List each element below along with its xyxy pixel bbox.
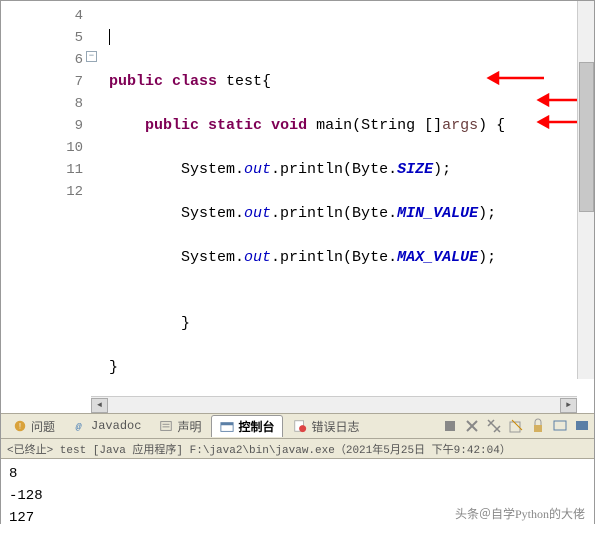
tab-error-log[interactable]: 错误日志 (285, 416, 367, 437)
line-number: 5 (1, 27, 83, 49)
console-launch-header: <已终止> test [Java 应用程序] F:\java2\bin\java… (1, 439, 594, 459)
terminate-icon[interactable] (442, 418, 458, 434)
code-text-area[interactable]: public class test{ public static void ma… (91, 1, 594, 396)
tab-javadoc[interactable]: @ Javadoc (65, 417, 149, 435)
output-line: -128 (9, 485, 586, 507)
tab-console[interactable]: 控制台 (211, 415, 283, 437)
problems-icon: ! (13, 419, 27, 433)
output-line: 8 (9, 463, 586, 485)
remove-all-icon[interactable] (486, 418, 502, 434)
clear-console-icon[interactable] (508, 418, 524, 434)
tab-problems[interactable]: ! 问题 (5, 416, 63, 437)
svg-text:!: ! (18, 423, 23, 432)
line-number: 4 (1, 5, 83, 27)
tab-declaration[interactable]: 声明 (151, 416, 209, 437)
views-tab-bar: ! 问题 @ Javadoc 声明 控制台 错误日志 (1, 413, 594, 439)
console-toolbar (442, 418, 590, 434)
watermark-text: 头条＠自学Python的大佬 (455, 505, 585, 522)
error-log-icon (293, 419, 307, 433)
line-number: 10 (1, 137, 83, 159)
pin-console-icon[interactable] (552, 418, 568, 434)
line-number: 6− (1, 49, 83, 71)
line-number: 12 (1, 181, 83, 203)
line-number: 8 (1, 93, 83, 115)
vertical-scrollbar[interactable] (577, 1, 594, 379)
scroll-lock-icon[interactable] (530, 418, 546, 434)
declaration-icon (159, 419, 173, 433)
code-editor-pane: 4 5 6− 7 8 9 10 11 12 public class test{… (1, 1, 594, 396)
horizontal-scrollbar[interactable]: ◄ ► (91, 396, 577, 413)
scroll-track[interactable] (108, 398, 560, 413)
line-number: 11 (1, 159, 83, 181)
console-icon (220, 420, 234, 434)
scroll-left-icon[interactable]: ◄ (91, 398, 108, 413)
line-number: 9 (1, 115, 83, 137)
line-number-gutter: 4 5 6− 7 8 9 10 11 12 (1, 1, 91, 396)
display-selected-icon[interactable] (574, 418, 590, 434)
scroll-right-icon[interactable]: ► (560, 398, 577, 413)
scroll-thumb[interactable] (579, 62, 594, 212)
svg-text:@: @ (76, 422, 82, 433)
line-number: 7 (1, 71, 83, 93)
javadoc-icon: @ (73, 419, 87, 433)
remove-launch-icon[interactable] (464, 418, 480, 434)
console-output-area[interactable]: 8 -128 127 (1, 459, 594, 534)
text-cursor (109, 29, 110, 45)
